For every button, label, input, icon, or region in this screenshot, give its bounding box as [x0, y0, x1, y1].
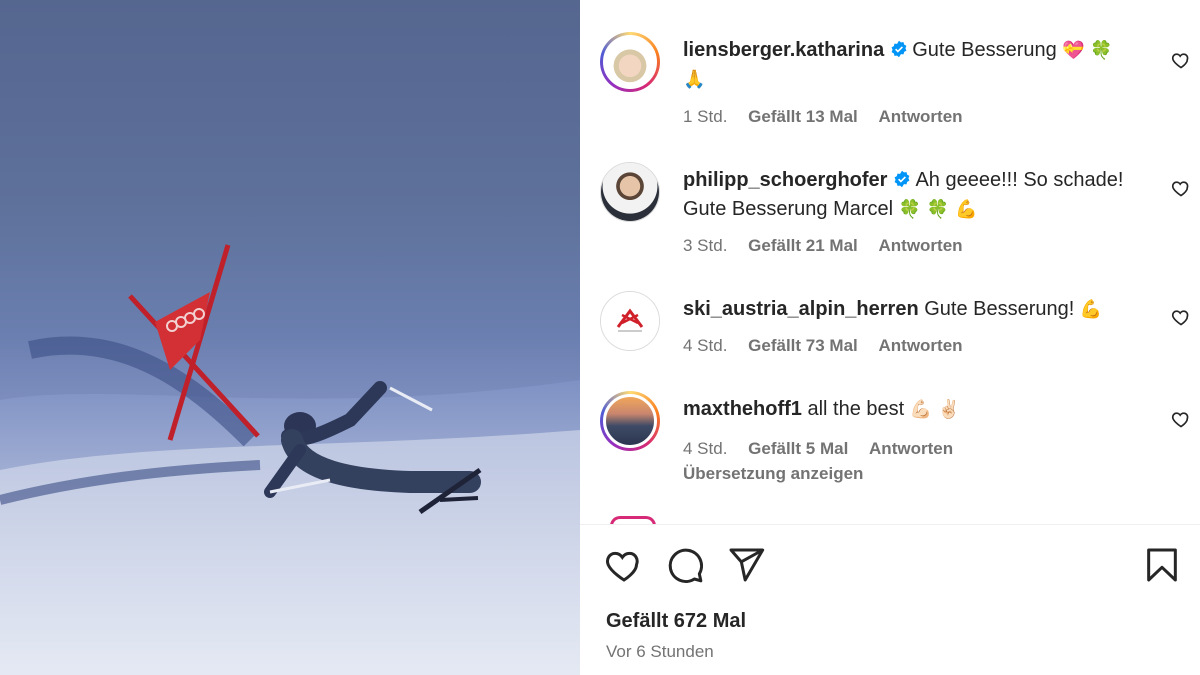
comment-like-heart-icon[interactable]: [1171, 409, 1191, 429]
comment-likes[interactable]: Gefällt 73 Mal: [748, 336, 858, 355]
post-time[interactable]: Vor 6 Stunden: [606, 642, 714, 662]
comment-emojis: 💪: [1079, 299, 1103, 320]
post-photo[interactable]: [0, 0, 580, 675]
comment-body: liensberger.katharina Gute Besserung 💝 🍀 …: [683, 36, 1143, 94]
comment-list: liensberger.katharina Gute Besserung 💝 🍀 …: [580, 0, 1200, 524]
comment-body: ski_austria_alpin_herren Gute Besserung!…: [683, 295, 1143, 324]
ski-austria-logo: [616, 308, 644, 332]
comment-meta: 4 Std. Gefällt 5 Mal Antworten: [683, 439, 969, 459]
translate-link[interactable]: Übersetzung anzeigen: [683, 464, 863, 484]
comment-emojis-line2: 🙏: [683, 69, 706, 90]
comment-time[interactable]: 4 Std.: [683, 336, 727, 355]
comment-time[interactable]: 1 Std.: [683, 107, 727, 126]
comment-text: all the best: [807, 398, 905, 420]
avatar[interactable]: [600, 162, 660, 222]
comment-like-heart-icon[interactable]: [1171, 178, 1191, 198]
comment-body: philipp_schoerghofer Ah geeee!!! So schad…: [683, 166, 1143, 224]
comment-time[interactable]: 4 Std.: [683, 439, 727, 458]
comment-likes[interactable]: Gefällt 21 Mal: [748, 236, 858, 255]
comment-text: Gute Besserung!: [924, 298, 1075, 320]
comment-text: Ah geeee!!! So schade!: [915, 169, 1124, 191]
comment-meta: 1 Std. Gefällt 13 Mal Antworten: [683, 107, 979, 127]
comment-body: maxthehoff1 all the best 💪🏻 ✌🏻: [683, 395, 1143, 424]
comment-emojis: 💪🏻 ✌🏻: [909, 399, 961, 420]
comment-meta: 3 Std. Gefällt 21 Mal Antworten: [683, 236, 979, 256]
divider: [580, 524, 1200, 525]
comment-username[interactable]: philipp_schoerghofer: [683, 169, 887, 191]
comment-likes[interactable]: Gefällt 5 Mal: [748, 439, 848, 458]
heart-icon[interactable]: [604, 545, 644, 585]
reply-button[interactable]: Antworten: [879, 236, 963, 255]
comment-emojis: 🍀 🍀 💪: [898, 199, 978, 220]
avatar[interactable]: [600, 32, 660, 92]
comment-text-line2: Gute Besserung Marcel: [683, 198, 894, 220]
comment-time[interactable]: 3 Std.: [683, 236, 727, 255]
comment-username[interactable]: ski_austria_alpin_herren: [683, 298, 919, 320]
bookmark-icon[interactable]: [1142, 545, 1182, 585]
verified-badge-icon: [891, 40, 907, 58]
next-avatar-peek: [610, 516, 656, 524]
avatar[interactable]: [600, 291, 660, 351]
comment-icon[interactable]: [665, 545, 705, 585]
reply-button[interactable]: Antworten: [879, 336, 963, 355]
comment-like-heart-icon[interactable]: [1171, 307, 1191, 327]
ski-racer-image: [0, 244, 580, 675]
avatar[interactable]: [600, 391, 660, 451]
comment-emojis: 💝 🍀: [1062, 40, 1113, 61]
comment-username[interactable]: maxthehoff1: [683, 398, 802, 420]
comment-likes[interactable]: Gefällt 13 Mal: [748, 107, 858, 126]
reply-button[interactable]: Antworten: [869, 439, 953, 458]
comments-panel: liensberger.katharina Gute Besserung 💝 🍀 …: [580, 0, 1200, 675]
action-bar: [580, 545, 1200, 589]
reply-button[interactable]: Antworten: [879, 107, 963, 126]
comment-meta: 4 Std. Gefällt 73 Mal Antworten: [683, 336, 979, 356]
share-icon[interactable]: [726, 545, 766, 585]
comment-like-heart-icon[interactable]: [1171, 50, 1191, 70]
verified-badge-icon: [895, 170, 910, 188]
post-likes[interactable]: Gefällt 672 Mal: [606, 610, 746, 633]
comment-text: Gute Besserung: [912, 39, 1057, 61]
comment-username[interactable]: liensberger.katharina: [683, 39, 884, 61]
